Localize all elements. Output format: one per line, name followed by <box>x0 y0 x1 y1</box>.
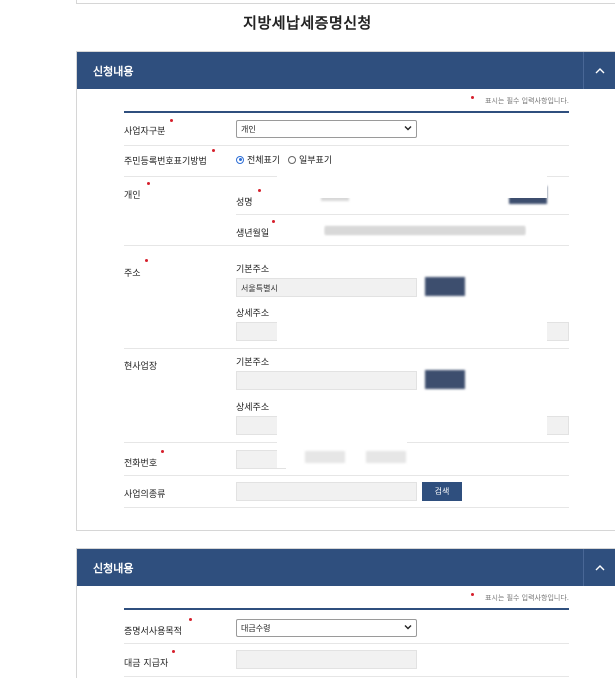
previous-section-box <box>76 0 615 4</box>
section-title: 신청내용 <box>93 562 134 575</box>
row-divider <box>124 145 569 146</box>
payer-input[interactable] <box>236 650 417 669</box>
row-divider <box>124 348 569 349</box>
form-top-rule <box>124 608 569 610</box>
page-title: 지방세납세증명신청 <box>243 14 372 32</box>
chevron-up-icon <box>595 565 604 571</box>
workplace-detail-label: 상세주소 <box>236 403 270 413</box>
payer-label: 대금 지급자 <box>124 659 169 669</box>
form-top-rule <box>124 111 569 113</box>
collapse-button[interactable] <box>583 52 615 89</box>
row-divider <box>236 214 569 215</box>
required-dot <box>471 593 474 596</box>
name-label: 성명 <box>236 198 253 208</box>
required-dot <box>471 96 474 99</box>
address-basic-input[interactable]: 서울특별시 <box>236 278 417 297</box>
chevron-down-icon <box>404 625 412 630</box>
workplace-basic-label: 기본주소 <box>236 358 270 368</box>
individual-label: 개인 <box>124 191 141 201</box>
phone-label: 전화번호 <box>124 459 158 469</box>
redacted-value <box>366 451 406 463</box>
application-section-2: 신청내용 표시는 필수 입력사항입니다. 증명서사용목적 대금수령 대금 지급자 <box>76 548 615 678</box>
search-button[interactable]: 검색 <box>422 482 462 501</box>
address-label: 주소 <box>124 269 141 279</box>
rrn-display-label: 주민등록번호표기방법 <box>124 157 207 167</box>
radio-unselected-icon <box>288 155 296 164</box>
required-dot <box>212 149 215 152</box>
purpose-select[interactable]: 대금수령 <box>236 619 417 637</box>
workplace-search-button-masked[interactable] <box>425 370 465 389</box>
business-kind-input[interactable] <box>236 482 417 501</box>
business-type-label: 사업자구분 <box>124 127 166 137</box>
chevron-up-icon <box>595 68 604 74</box>
section-header: 신청내용 <box>77 52 615 89</box>
business-kind-label: 사업의종류 <box>124 490 166 500</box>
business-type-select[interactable]: 개인 <box>236 120 417 138</box>
address-basic-value: 서울특별시 <box>241 284 278 293</box>
radio-selected-icon <box>236 155 244 164</box>
address-search-button-masked[interactable] <box>425 277 465 296</box>
purpose-value: 대금수령 <box>241 624 271 633</box>
required-dot <box>170 119 173 122</box>
purpose-label: 증명서사용목적 <box>124 627 182 637</box>
birth-label: 생년월일 <box>236 229 270 239</box>
address-basic-label: 기본주소 <box>236 265 270 275</box>
required-dot <box>145 259 148 262</box>
row-divider <box>124 507 569 508</box>
workplace-basic-input[interactable] <box>236 371 417 390</box>
redaction-overlay <box>277 172 547 198</box>
row-divider <box>124 643 569 644</box>
row-divider <box>124 475 569 476</box>
row-divider <box>124 245 569 246</box>
row-divider <box>124 676 569 677</box>
workplace-label: 현사업장 <box>124 362 158 372</box>
address-detail-label: 상세주소 <box>236 309 270 319</box>
radio-partial-label: 일부표기 <box>299 156 333 166</box>
section-header: 신청내용 <box>77 549 615 586</box>
redaction-overlay <box>277 320 547 341</box>
chevron-down-icon <box>404 126 412 131</box>
redaction-overlay <box>277 410 547 436</box>
required-dot <box>272 220 275 223</box>
section-title: 신청내용 <box>93 65 134 78</box>
required-note: 표시는 필수 입력사항입니다. <box>485 594 569 602</box>
required-dot <box>258 189 261 192</box>
collapse-button[interactable] <box>583 549 615 586</box>
radio-full-display[interactable]: 전체표기 <box>236 153 280 166</box>
required-dot <box>172 650 175 653</box>
redacted-value <box>305 451 345 463</box>
radio-full-label: 전체표기 <box>247 156 281 166</box>
radio-partial-display[interactable]: 일부표기 <box>288 153 332 166</box>
business-type-value: 개인 <box>241 125 256 134</box>
required-dot <box>189 618 192 621</box>
required-note: 표시는 필수 입력사항입니다. <box>485 97 569 105</box>
required-dot <box>147 182 150 185</box>
redacted-value <box>325 226 525 234</box>
required-dot <box>161 450 164 453</box>
